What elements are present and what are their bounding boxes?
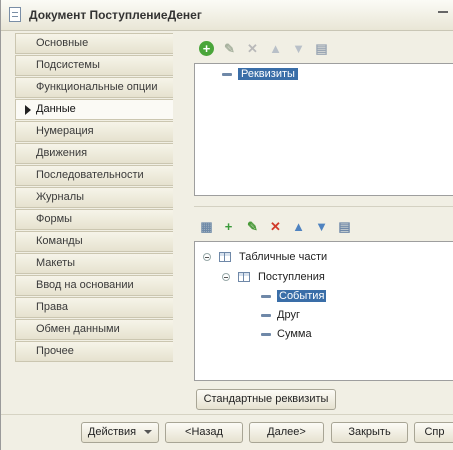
tab-data[interactable]: Данные <box>15 99 173 120</box>
footer-separator <box>1 414 453 415</box>
close-button[interactable]: Закрыть <box>331 422 408 443</box>
help-button[interactable]: Спр <box>414 422 453 443</box>
edit-icon[interactable]: ✎ <box>222 41 237 56</box>
tab-numbering[interactable]: Нумерация <box>15 121 173 142</box>
tree-item-column[interactable]: Друг <box>261 307 300 324</box>
tab-data-exchange[interactable]: Обмен данными <box>15 319 173 340</box>
move-up-icon[interactable]: ▲ <box>268 41 283 56</box>
edit-icon[interactable]: ✎ <box>245 219 260 234</box>
document-editor-window: Документ ПоступлениеДенег Основные Подси… <box>0 0 453 450</box>
attributes-toolbar: + ✎ ✕ ▲ ▼ ▤ <box>197 38 337 60</box>
attribute-icon <box>261 332 271 336</box>
delete-icon[interactable]: ✕ <box>268 219 283 234</box>
actions-button[interactable]: Действия <box>81 422 159 443</box>
tabular-toolbar: ▦ + ✎ ✕ ▲ ▼ ▤ <box>197 216 367 238</box>
window-title: Документ ПоступлениеДенег <box>29 8 202 22</box>
tree-item-column[interactable]: События <box>261 288 328 305</box>
tree-item-table[interactable]: Поступления <box>222 269 325 286</box>
tab-subsystems[interactable]: Подсистемы <box>15 55 173 76</box>
move-up-icon[interactable]: ▲ <box>291 219 306 234</box>
table-icon <box>238 272 250 283</box>
move-down-icon[interactable]: ▼ <box>291 41 306 56</box>
tab-other[interactable]: Прочее <box>15 341 173 362</box>
tabular-parts-icon <box>219 252 231 263</box>
document-icon <box>9 7 21 22</box>
sort-icon[interactable]: ▤ <box>337 219 352 234</box>
back-button[interactable]: <Назад <box>165 422 243 443</box>
tab-input-based-on[interactable]: Ввод на основании <box>15 275 173 296</box>
add-table-icon[interactable]: ▦ <box>199 219 214 234</box>
minimize-icon[interactable] <box>438 11 448 13</box>
tab-functional-options[interactable]: Функциональные опции <box>15 77 173 98</box>
attribute-icon <box>261 294 271 298</box>
chevron-down-icon <box>144 430 153 435</box>
tab-commands[interactable]: Команды <box>15 231 173 252</box>
tab-sequences[interactable]: Последовательности <box>15 165 173 186</box>
move-down-icon[interactable]: ▼ <box>314 219 329 234</box>
collapse-icon[interactable] <box>222 273 230 282</box>
tabular-parts-tree: Табличные части Поступления События Друг… <box>194 241 453 381</box>
tab-forms[interactable]: Формы <box>15 209 173 230</box>
next-button[interactable]: Далее> <box>249 422 324 443</box>
attributes-tree: Реквизиты <box>194 63 453 196</box>
section-tabs: Основные Подсистемы Функциональные опции… <box>15 33 173 363</box>
tab-basic[interactable]: Основные <box>15 33 173 54</box>
collapse-icon[interactable] <box>203 253 211 262</box>
tab-templates[interactable]: Макеты <box>15 253 173 274</box>
tab-journals[interactable]: Журналы <box>15 187 173 208</box>
tree-item-column[interactable]: Сумма <box>261 326 312 343</box>
splitter[interactable] <box>194 206 453 207</box>
standard-attributes-button[interactable]: Стандартные реквизиты <box>196 389 336 410</box>
tab-movements[interactable]: Движения <box>15 143 173 164</box>
attribute-icon <box>222 72 232 76</box>
tree-item-tabular-parts[interactable]: Табличные части <box>203 249 327 266</box>
add-column-icon[interactable]: + <box>221 219 236 234</box>
delete-icon[interactable]: ✕ <box>245 41 260 56</box>
attribute-icon <box>261 313 271 317</box>
tree-item-attributes[interactable]: Реквизиты <box>222 66 298 83</box>
add-icon[interactable]: + <box>199 41 214 56</box>
title-bar: Документ ПоступлениеДенег <box>1 0 453 31</box>
sort-icon[interactable]: ▤ <box>314 41 329 56</box>
active-tab-arrow-icon <box>25 105 31 115</box>
tab-rights[interactable]: Права <box>15 297 173 318</box>
